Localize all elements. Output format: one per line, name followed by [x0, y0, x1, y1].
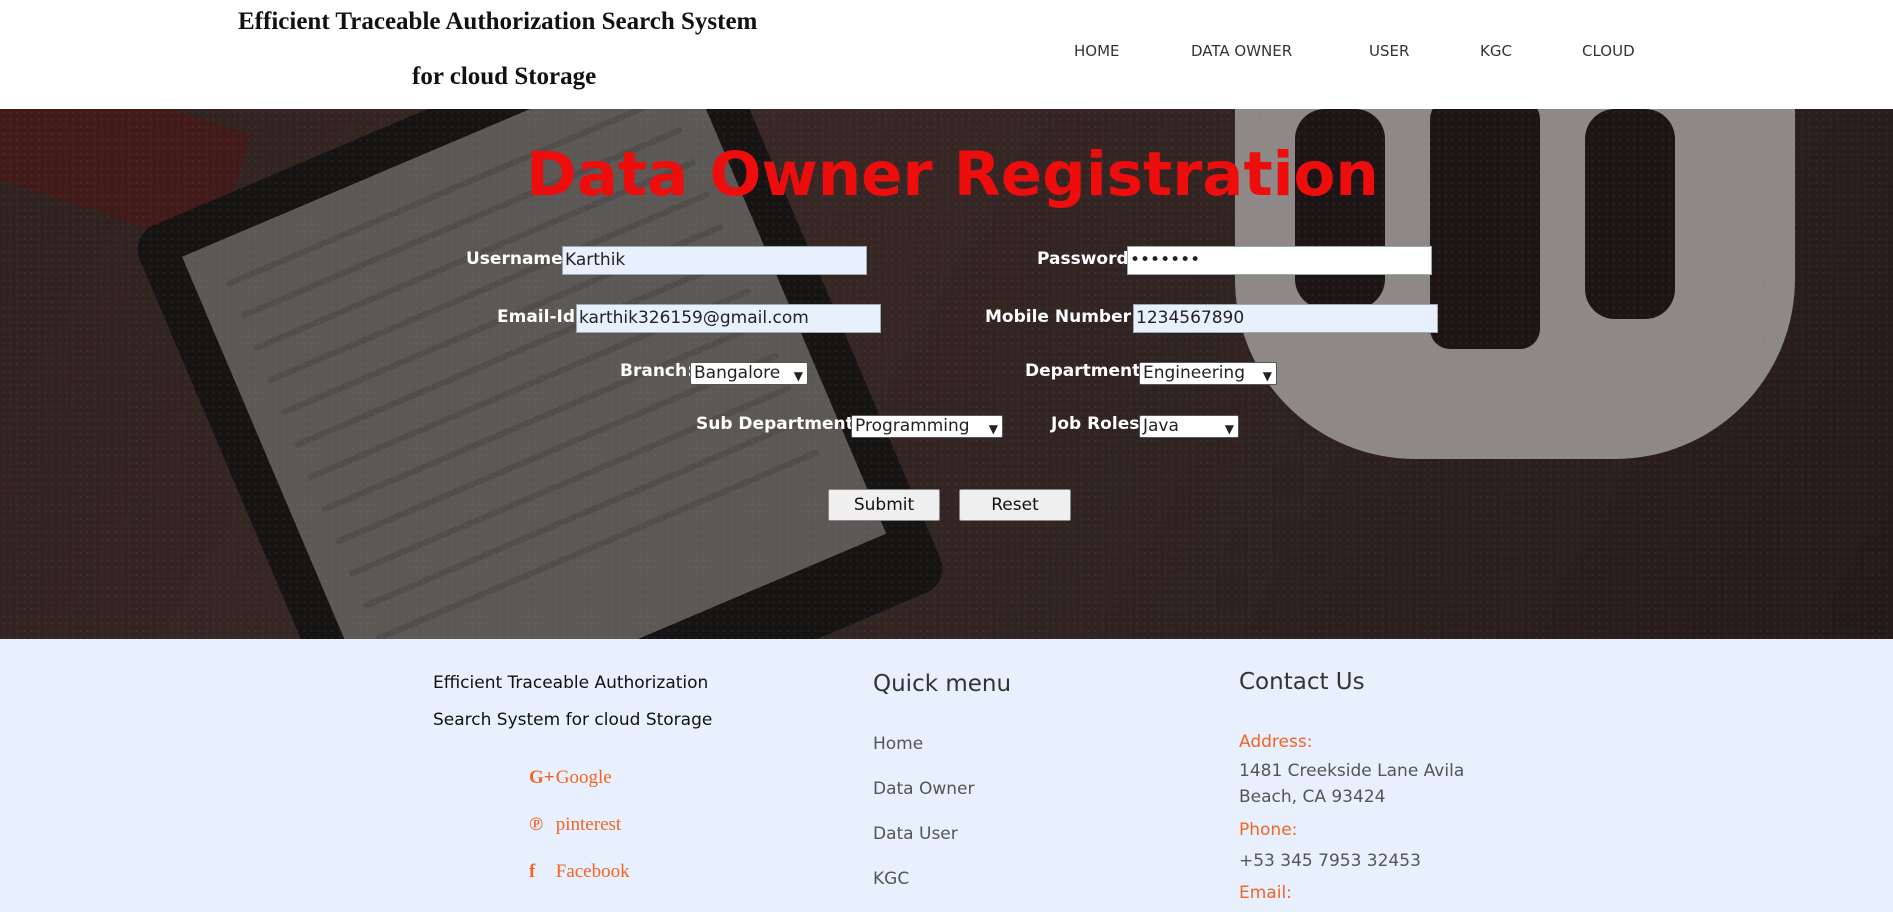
- quick-menu-heading: Quick menu: [873, 671, 1012, 697]
- nav-data-owner[interactable]: DATA OWNER: [1191, 42, 1292, 60]
- chevron-down-icon: ▼: [1224, 422, 1234, 436]
- email-input[interactable]: karthik326159@gmail.com: [576, 304, 881, 333]
- social-label-pinterest: pinterest: [555, 814, 622, 835]
- mobile-label: Mobile Number :: [985, 307, 1144, 327]
- chevron-down-icon: ▼: [793, 369, 803, 383]
- branch-select-value: Bangalore: [694, 363, 781, 383]
- password-input[interactable]: •••••••: [1127, 246, 1432, 275]
- chevron-down-icon: ▼: [988, 422, 998, 436]
- department-select[interactable]: Engineering ▼: [1139, 362, 1277, 385]
- quick-menu-data-user[interactable]: Data User: [873, 824, 958, 844]
- phone-value: +53 345 7953 32453: [1239, 851, 1421, 871]
- quick-menu-kgc[interactable]: KGC: [873, 869, 909, 889]
- pinterest-icon: ℗: [529, 814, 544, 835]
- submit-button[interactable]: Submit: [828, 489, 940, 521]
- site-title-line-1: Efficient Traceable Authorization Search…: [238, 8, 758, 35]
- site-header: Efficient Traceable Authorization Search…: [0, 0, 1893, 109]
- username-input[interactable]: Karthik: [562, 246, 867, 275]
- sub-department-label: Sub Department:: [696, 414, 861, 434]
- address-line-2: Beach, CA 93424: [1239, 787, 1386, 807]
- registration-hero: Data Owner Registration Username: Karthi…: [0, 109, 1893, 639]
- footer-about-line-2: Search System for cloud Storage: [433, 710, 713, 730]
- social-link-pinterest[interactable]: ℗ pinterest: [529, 814, 621, 836]
- reset-button[interactable]: Reset: [959, 489, 1071, 521]
- social-link-facebook[interactable]: f Facebook: [529, 861, 630, 883]
- branch-label: Branch:: [620, 361, 694, 381]
- email-label: Email-Id:: [497, 307, 582, 327]
- form-title: Data Owner Registration: [526, 139, 1379, 210]
- facebook-icon: f: [529, 861, 536, 882]
- job-roles-select-value: Java: [1143, 416, 1179, 436]
- social-label-google: Google: [555, 767, 612, 788]
- quick-menu-home[interactable]: Home: [873, 734, 923, 754]
- quick-menu-data-owner[interactable]: Data Owner: [873, 779, 975, 799]
- nav-home[interactable]: HOME: [1074, 42, 1120, 60]
- email-contact-label: Email:: [1239, 883, 1292, 903]
- address-line-1: 1481 Creekside Lane Avila: [1239, 761, 1465, 781]
- chevron-down-icon: ▼: [1262, 369, 1272, 383]
- sub-department-select-value: Programming: [855, 416, 970, 436]
- address-label: Address:: [1239, 732, 1313, 752]
- google-plus-icon: G+: [529, 767, 555, 788]
- site-footer: Efficient Traceable Authorization Search…: [0, 639, 1893, 912]
- social-link-google[interactable]: G+ Google: [529, 767, 612, 789]
- username-label: Username:: [466, 249, 570, 269]
- contact-heading: Contact Us: [1239, 669, 1365, 695]
- mobile-input[interactable]: 1234567890: [1133, 304, 1438, 333]
- sub-department-select[interactable]: Programming ▼: [851, 415, 1003, 438]
- footer-about-line-1: Efficient Traceable Authorization: [433, 673, 709, 693]
- phone-label: Phone:: [1239, 820, 1298, 840]
- job-roles-label: Job Roles:: [1051, 414, 1147, 434]
- department-label: Department:: [1025, 361, 1148, 381]
- password-label: Password:: [1037, 249, 1136, 269]
- job-roles-select[interactable]: Java ▼: [1139, 415, 1239, 438]
- branch-select[interactable]: Bangalore ▼: [690, 362, 808, 385]
- department-select-value: Engineering: [1143, 363, 1245, 383]
- nav-kgc[interactable]: KGC: [1480, 42, 1512, 60]
- nav-user[interactable]: USER: [1369, 42, 1409, 60]
- social-label-facebook: Facebook: [555, 861, 630, 882]
- nav-cloud[interactable]: CLOUD: [1582, 42, 1635, 60]
- site-title-line-2: for cloud Storage: [412, 63, 597, 90]
